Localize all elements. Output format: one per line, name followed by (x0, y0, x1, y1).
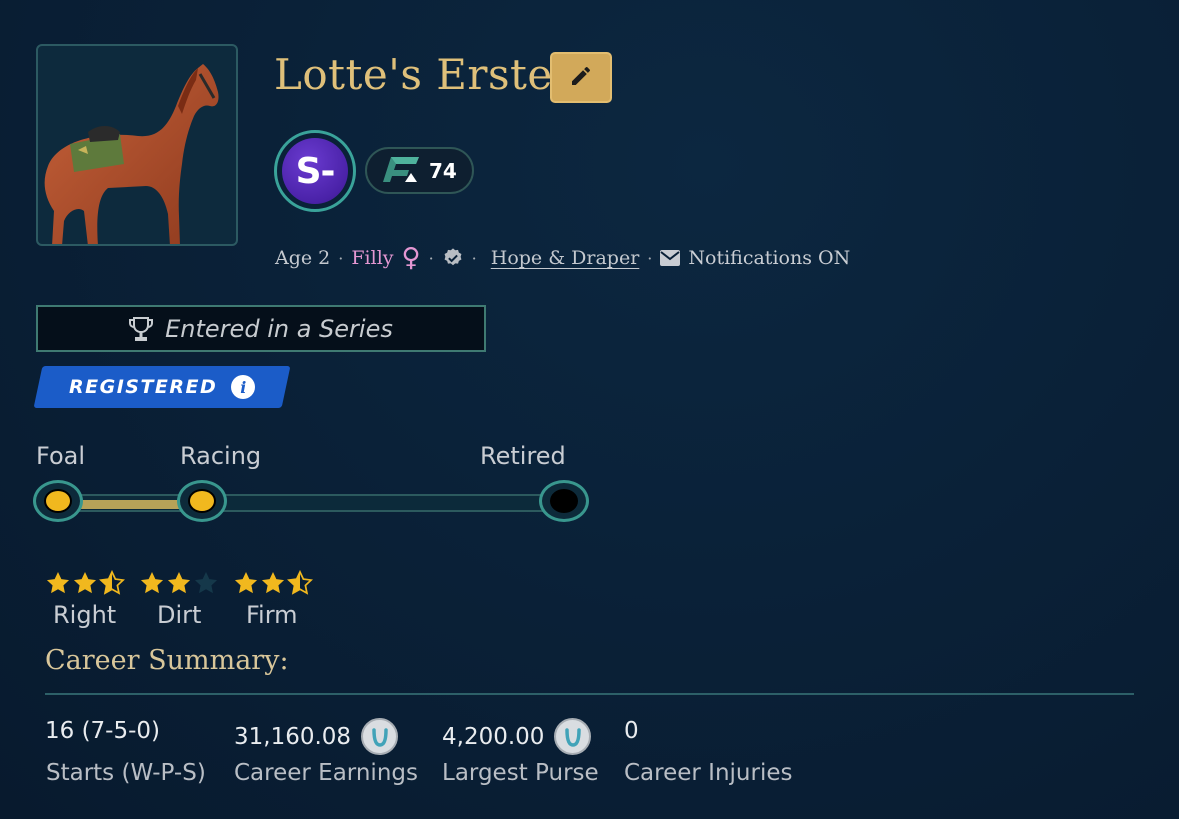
rating-pill[interactable]: 74 (365, 147, 474, 194)
starts-label: Starts (W-P-S) (46, 760, 206, 786)
star-icon (287, 570, 313, 595)
rating-flag-icon (383, 155, 421, 187)
star-icon (261, 571, 285, 594)
horse-image (44, 64, 219, 244)
series-entry-banner[interactable]: Entered in a Series (36, 305, 486, 352)
trophy-icon (129, 316, 154, 342)
stage-node-foal (33, 480, 83, 522)
horse-meta-line: Age 2 · Filly ♀ · · Hope & Draper · Noti… (275, 240, 850, 276)
info-icon[interactable]: i (231, 375, 256, 399)
stage-label-racing: Racing (180, 442, 262, 470)
star-icon (234, 571, 258, 594)
surface-preference-stars (139, 570, 219, 596)
lifecycle-progress (76, 500, 188, 509)
age-text: Age 2 (275, 247, 331, 269)
horse-profile-page: Lotte's Erste S- 74 Age 2 · Filly ♀ · · … (0, 0, 1179, 819)
verified-badge-icon (442, 247, 464, 269)
career-earnings-value: 31,160.08 (234, 718, 399, 755)
condition-preference-stars (233, 570, 313, 596)
envelope-icon (660, 250, 681, 266)
stage-node-racing (177, 480, 227, 522)
stable-link[interactable]: Hope & Draper (491, 247, 640, 269)
separator-dot: · (647, 248, 653, 268)
stage-node-retired (539, 480, 589, 522)
horse-avatar[interactable] (36, 44, 238, 246)
notifications-toggle[interactable]: Notifications ON (688, 247, 850, 269)
star-icon (140, 571, 164, 594)
career-injuries-value: 0 (624, 718, 639, 744)
star-icon (46, 571, 70, 594)
grade-badge[interactable]: S- (274, 130, 356, 212)
rating-value: 74 (429, 158, 457, 183)
edit-name-button[interactable] (550, 52, 612, 103)
sex-text: Filly (351, 247, 394, 269)
stage-label-retired: Retired (480, 442, 566, 470)
registered-label: REGISTERED (68, 376, 218, 398)
preference-label-right: Right (53, 601, 117, 629)
star-icon (99, 570, 125, 595)
career-summary-title: Career Summary: (45, 645, 289, 676)
star-icon (73, 571, 97, 594)
largest-purse-value: 4,200.00 (442, 718, 592, 755)
career-injuries-label: Career Injuries (624, 760, 793, 786)
grade-text: S- (282, 138, 348, 204)
separator-dot: · (471, 248, 477, 268)
preference-label-firm: Firm (246, 601, 298, 629)
registered-badge[interactable]: REGISTERED i (33, 366, 291, 408)
career-earnings-label: Career Earnings (234, 760, 418, 786)
starts-value: 16 (7-5-0) (45, 718, 161, 744)
series-text: Entered in a Series (165, 314, 393, 343)
divider (45, 693, 1134, 695)
preference-label-dirt: Dirt (157, 601, 202, 629)
star-icon (194, 571, 218, 594)
horseshoe-coin-icon (361, 718, 399, 755)
pencil-icon (569, 64, 593, 92)
separator-dot: · (428, 248, 434, 268)
horse-name: Lotte's Erste (274, 50, 553, 99)
star-icon (167, 571, 191, 594)
female-icon: ♀ (401, 243, 421, 273)
stage-label-foal: Foal (36, 442, 86, 470)
largest-purse-label: Largest Purse (442, 760, 599, 786)
separator-dot: · (338, 248, 344, 268)
turn-preference-stars (45, 570, 125, 596)
horseshoe-coin-icon (554, 718, 592, 755)
